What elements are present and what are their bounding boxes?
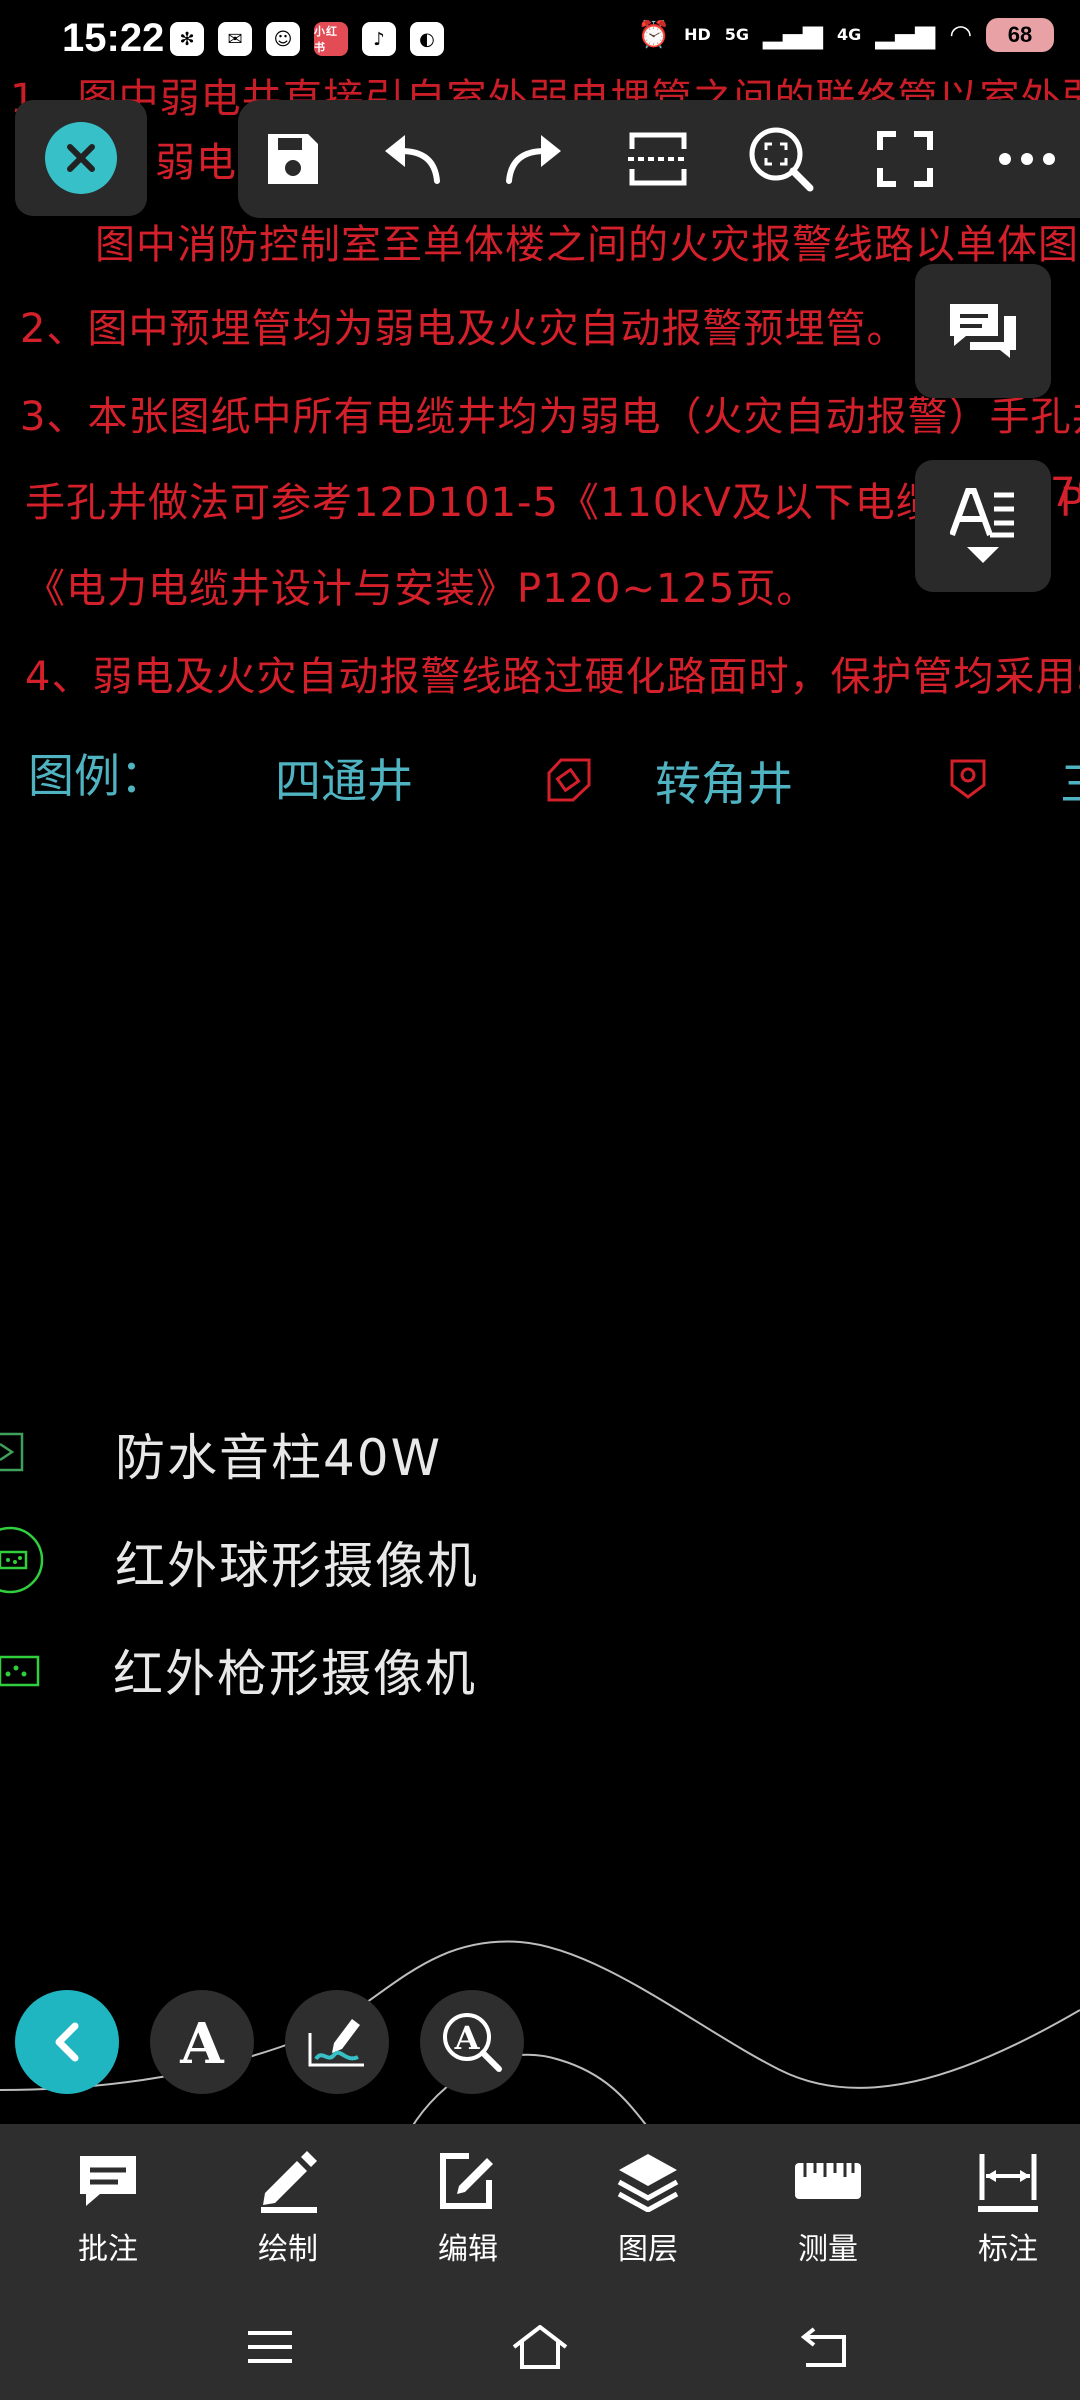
- close-icon: [67, 144, 95, 172]
- dome-camera-symbol-icon: [0, 1526, 44, 1594]
- status-app-icons: ✻ ✉ ☺ 小红书 ♪ ◐: [170, 22, 444, 56]
- back-nav-button[interactable]: [786, 2314, 866, 2380]
- annotate-tab-label: 批注: [78, 2232, 138, 2267]
- layers-tab[interactable]: 图层: [573, 2142, 723, 2282]
- speaker-symbol-icon: [0, 1432, 24, 1472]
- note-line-2: 图中消防控制室至单体楼之间的火灾报警线路以单体图纸为准。: [95, 222, 1080, 268]
- menu-nav-button[interactable]: [230, 2314, 310, 2380]
- signal-bars-icon-2: ▂▄▆: [875, 20, 936, 50]
- status-right: ⏰ HD 5G ▂▄▆ 4G ▂▄▆ ◠ 68: [638, 18, 1054, 52]
- legend-label: 图例：: [28, 749, 166, 803]
- status-time: 15:22: [62, 16, 165, 60]
- bottom-tool-bar: 批注 绘制 编辑 图层 测量 标注: [0, 2124, 1080, 2294]
- wechat-icon: ✉: [218, 22, 252, 56]
- legend-three-way-well-partial: 三: [1060, 748, 1080, 814]
- edit-tab-label: 编辑: [438, 2232, 498, 2267]
- corner-well-symbol-icon: [547, 758, 591, 802]
- signature-tool-button[interactable]: [285, 1990, 389, 2094]
- draw-tab-label: 绘制: [258, 2232, 318, 2267]
- legend-corner-well: 转角井: [655, 757, 793, 811]
- comments-icon: [950, 304, 1016, 358]
- zoom-extent-icon: [749, 127, 814, 192]
- tiktok-icon: ♪: [362, 22, 396, 56]
- chevron-down-icon: [967, 547, 999, 563]
- dimension-tab[interactable]: 标注: [933, 2142, 1080, 2282]
- note-line-6: 《电力电缆井设计与安装》P120~125页。: [25, 566, 818, 612]
- three-way-well-symbol-icon: [950, 759, 986, 799]
- dimension-tab-label: 标注: [978, 2232, 1038, 2267]
- redo-icon: [506, 135, 561, 184]
- close-button-container: [15, 100, 147, 216]
- equip-waterproof-speaker: 防水音柱40W: [115, 1429, 443, 1487]
- wifi-icon: ◠: [949, 20, 972, 50]
- annotate-tab[interactable]: 批注: [33, 2142, 183, 2282]
- layers-icon: [617, 2154, 679, 2212]
- text-style-icon: [950, 488, 1014, 538]
- undo-button[interactable]: [358, 100, 468, 218]
- system-nav-bar: [0, 2294, 1080, 2400]
- pencil-icon: [261, 2151, 317, 2213]
- svg-text:A: A: [179, 2013, 225, 2071]
- measure-tab-label: 测量: [798, 2232, 858, 2267]
- dimension-icon: [978, 2154, 1038, 2212]
- draw-tab[interactable]: 绘制: [213, 2142, 363, 2282]
- app-fan-icon: ✻: [170, 22, 204, 56]
- text-style-button[interactable]: [915, 460, 1051, 592]
- more-icon: [999, 153, 1055, 165]
- edit-tab[interactable]: 编辑: [393, 2142, 543, 2282]
- text-tool-icon: A: [179, 2013, 225, 2071]
- text-search-button[interactable]: A: [420, 1990, 524, 2094]
- chevron-left-icon: [55, 2022, 79, 2062]
- note-line-3: 2、图中预埋管均为弱电及火灾自动报警预埋管。: [20, 306, 908, 352]
- text-search-icon: A: [443, 2013, 502, 2072]
- signal-bars-icon: ▂▄▆: [763, 20, 824, 50]
- equip-infrared-bullet-camera: 红外枪形摄像机: [113, 1645, 477, 1703]
- comment-list-button[interactable]: [915, 264, 1051, 398]
- edit-icon: [440, 2153, 493, 2209]
- xiaohongshu-icon: 小红书: [314, 22, 348, 56]
- cad-viewer-screen: 15:22 ✻ ✉ ☺ 小红书 ♪ ◐ ⏰ HD 5G ▂▄▆ 4G ▂▄▆ ◠…: [0, 0, 1080, 2400]
- undo-icon: [385, 135, 440, 184]
- equip-infrared-dome-camera: 红外球形摄像机: [115, 1537, 479, 1595]
- signature-icon: [308, 2019, 364, 2067]
- ruler-icon: [795, 2163, 861, 2199]
- svg-text:A: A: [454, 2019, 481, 2057]
- battery-indicator: 68: [986, 18, 1054, 52]
- app-color-icon: ◐: [410, 22, 444, 56]
- note-line-5-tail: 79: [1050, 470, 1080, 516]
- save-button[interactable]: [238, 100, 348, 218]
- status-bar: 15:22 ✻ ✉ ☺ 小红书 ♪ ◐ ⏰ HD 5G ▂▄▆ 4G ▂▄▆ ◠…: [0, 0, 1080, 82]
- bullet-camera-symbol-icon: [0, 1655, 40, 1687]
- legend-four-way-well: 四通井: [275, 754, 413, 808]
- home-nav-button[interactable]: [500, 2314, 580, 2380]
- layers-tab-label: 图层: [618, 2232, 678, 2267]
- zoom-extent-button[interactable]: [726, 100, 836, 218]
- window-select-icon: [628, 132, 688, 186]
- home-icon: [512, 2325, 568, 2369]
- fullscreen-icon: [877, 131, 933, 187]
- close-button[interactable]: [45, 122, 117, 194]
- fullscreen-button[interactable]: [850, 100, 960, 218]
- window-select-button[interactable]: [603, 100, 713, 218]
- note-line-7: 4、弱电及火灾自动报警线路过硬化路面时，保护管均采用SC热镀锌钢管。: [25, 654, 1080, 700]
- save-icon: [268, 134, 318, 184]
- signal-4g-label: 4G: [837, 25, 862, 44]
- text-tool-button[interactable]: A: [150, 1990, 254, 2094]
- qq-icon: ☺: [266, 22, 300, 56]
- measure-tab[interactable]: 测量: [753, 2142, 903, 2282]
- annotate-icon: [80, 2156, 136, 2206]
- hd-badge: HD: [684, 25, 711, 44]
- back-icon: [800, 2327, 846, 2367]
- redo-button[interactable]: [478, 100, 588, 218]
- top-toolbar: [238, 100, 1080, 218]
- signal-5g-label: 5G: [724, 25, 750, 44]
- alarm-icon: ⏰: [637, 20, 671, 50]
- more-button[interactable]: [972, 100, 1080, 218]
- collapse-tools-button[interactable]: [15, 1990, 119, 2094]
- menu-icon: [248, 2331, 292, 2363]
